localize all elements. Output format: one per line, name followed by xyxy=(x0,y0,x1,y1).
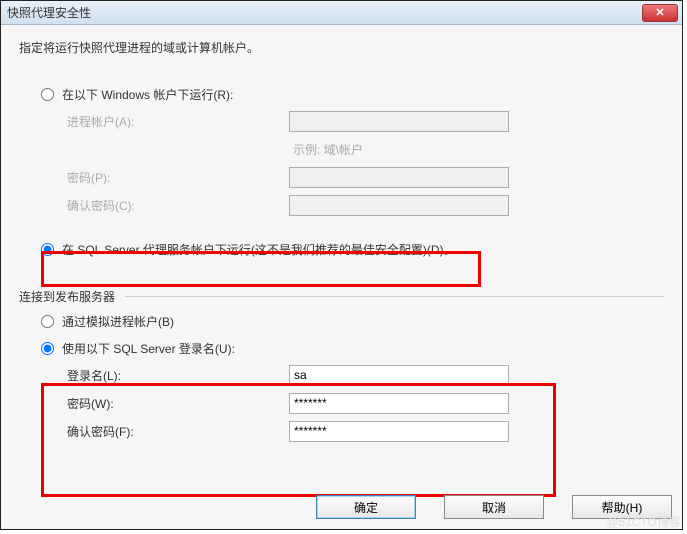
description-text: 指定将运行快照代理进程的域或计算机帐户。 xyxy=(19,39,664,56)
run-under-section: 在以下 Windows 帐户下运行(R): 进程帐户(A): 示例: 域\帐户 … xyxy=(41,84,664,260)
radio-sql-agent[interactable]: 在 SQL Server 代理服务帐户下运行(这不是我们推荐的最佳安全配置)(D… xyxy=(41,239,664,260)
conn-confirm-label: 确认密码(F): xyxy=(67,423,289,440)
process-account-label: 进程帐户(A): xyxy=(67,113,289,130)
login-input[interactable] xyxy=(289,365,509,386)
help-button[interactable]: 帮助(H) xyxy=(572,495,672,519)
process-account-input[interactable] xyxy=(289,111,509,132)
connect-section: 通过模拟进程帐户(B) 使用以下 SQL Server 登录名(U): 登录名(… xyxy=(41,311,664,443)
window-title: 快照代理安全性 xyxy=(7,4,91,21)
dialog-window: 快照代理安全性 ✕ 指定将运行快照代理进程的域或计算机帐户。 在以下 Windo… xyxy=(0,0,683,530)
radio-sql-login[interactable]: 使用以下 SQL Server 登录名(U): xyxy=(41,338,664,359)
button-bar: 确定 取消 帮助(H) xyxy=(316,495,672,519)
conn-password-input[interactable] xyxy=(289,393,509,414)
radio-sql-login-label: 使用以下 SQL Server 登录名(U): xyxy=(62,340,235,357)
confirm-password-input[interactable] xyxy=(289,195,509,216)
radio-windows-label: 在以下 Windows 帐户下运行(R): xyxy=(62,86,233,103)
close-icon: ✕ xyxy=(655,6,664,19)
radio-windows-account[interactable]: 在以下 Windows 帐户下运行(R): xyxy=(41,84,664,105)
example-hint: 示例: 域\帐户 xyxy=(293,141,363,158)
radio-impersonate-input[interactable] xyxy=(41,315,54,328)
connect-heading: 连接到发布服务器 xyxy=(19,288,664,305)
ok-button[interactable]: 确定 xyxy=(316,495,416,519)
radio-sql-agent-input[interactable] xyxy=(41,243,54,256)
radio-sql-agent-label: 在 SQL Server 代理服务帐户下运行(这不是我们推荐的最佳安全配置)(D… xyxy=(62,241,456,258)
login-label: 登录名(L): xyxy=(67,367,289,384)
radio-sql-login-input[interactable] xyxy=(41,342,54,355)
radio-windows-input[interactable] xyxy=(41,88,54,101)
password-label: 密码(P): xyxy=(67,169,289,186)
titlebar: 快照代理安全性 ✕ xyxy=(1,1,682,25)
cancel-button[interactable]: 取消 xyxy=(444,495,544,519)
radio-impersonate-label: 通过模拟进程帐户(B) xyxy=(62,313,174,330)
confirm-password-label: 确认密码(C): xyxy=(67,197,289,214)
dialog-content: 指定将运行快照代理进程的域或计算机帐户。 在以下 Windows 帐户下运行(R… xyxy=(1,25,682,529)
radio-impersonate[interactable]: 通过模拟进程帐户(B) xyxy=(41,311,664,332)
conn-password-label: 密码(W): xyxy=(67,395,289,412)
password-input[interactable] xyxy=(289,167,509,188)
conn-confirm-input[interactable] xyxy=(289,421,509,442)
close-button[interactable]: ✕ xyxy=(642,4,678,22)
